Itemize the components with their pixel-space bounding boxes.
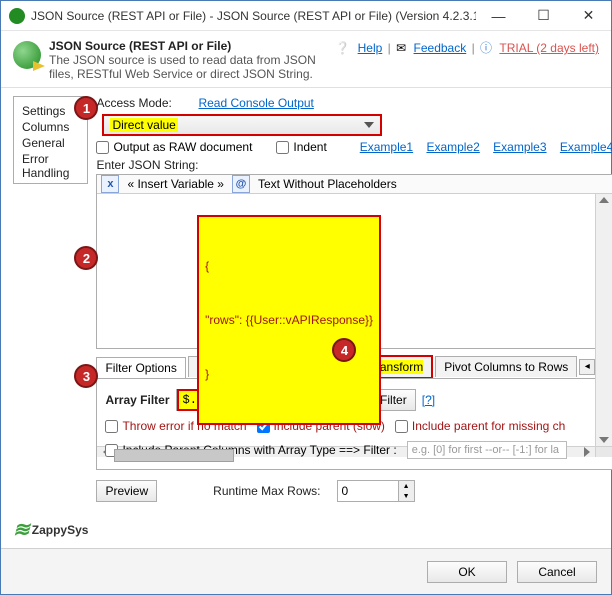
vertical-scrollbar[interactable] <box>595 194 612 446</box>
example1-link[interactable]: Example1 <box>360 140 413 154</box>
json-editor: x « Insert Variable » @ Text Without Pla… <box>96 174 612 349</box>
titlebar: JSON Source (REST API or File) - JSON So… <box>1 1 611 31</box>
header-title: JSON Source (REST API or File) <box>49 39 327 53</box>
info-icon: ⓘ <box>480 41 492 55</box>
dialog-footer: OK Cancel <box>1 548 611 594</box>
example3-link[interactable]: Example3 <box>493 140 546 154</box>
zappysys-logo: ≋ZappySys <box>13 517 88 546</box>
horizontal-scrollbar[interactable] <box>97 446 612 457</box>
example2-link[interactable]: Example2 <box>426 140 479 154</box>
text-no-placeholders-icon[interactable]: @ <box>232 175 250 193</box>
sidebar-item-settings[interactable]: Settings <box>22 103 79 119</box>
sidebar-item-error-handling[interactable]: Error Handling <box>22 151 79 181</box>
help-link[interactable]: Help <box>358 41 383 55</box>
feedback-link[interactable]: Feedback <box>414 41 467 55</box>
spin-up[interactable]: ▲ <box>398 481 414 491</box>
ok-button[interactable]: OK <box>427 561 507 583</box>
raw-output-checkbox[interactable]: Output as RAW document <box>96 140 252 154</box>
indent-checkbox[interactable]: Indent <box>276 140 326 154</box>
header-description: The JSON source is used to read data fro… <box>49 53 327 81</box>
preview-button[interactable]: Preview <box>96 480 157 502</box>
insert-variable-label[interactable]: « Insert Variable » <box>127 177 224 191</box>
source-icon <box>13 41 41 69</box>
max-rows-label: Runtime Max Rows: <box>213 484 320 498</box>
json-textarea[interactable]: { "rows": {{User::vAPIResponse}} } <box>97 194 595 446</box>
maximize-button[interactable]: ☐ <box>521 1 566 30</box>
json-string-label: Enter JSON String: <box>96 158 612 172</box>
max-rows-spinner[interactable]: ▲▼ <box>337 480 415 502</box>
header: JSON Source (REST API or File) The JSON … <box>1 31 611 88</box>
sidebar-item-columns[interactable]: Columns <box>22 119 79 135</box>
dialog-window: JSON Source (REST API or File) - JSON So… <box>0 0 612 595</box>
max-rows-input[interactable] <box>338 481 398 501</box>
access-mode-label: Access Mode: <box>96 96 192 110</box>
sidebar-item-general[interactable]: General <box>22 135 79 151</box>
tab-filter-options[interactable]: Filter Options <box>96 357 185 379</box>
mail-icon: ✉ <box>396 41 406 55</box>
close-button[interactable]: ✕ <box>566 1 611 30</box>
access-mode-value: Direct value <box>110 118 177 132</box>
read-console-link[interactable]: Read Console Output <box>198 96 313 110</box>
chevron-down-icon <box>364 122 374 128</box>
minimize-button[interactable]: ― <box>476 1 521 30</box>
cancel-button[interactable]: Cancel <box>517 561 597 583</box>
spin-down[interactable]: ▼ <box>398 491 414 501</box>
text-no-placeholders-label[interactable]: Text Without Placeholders <box>258 177 397 191</box>
window-title: JSON Source (REST API or File) - JSON So… <box>31 9 476 23</box>
app-icon <box>9 8 25 24</box>
insert-variable-icon[interactable]: x <box>101 175 119 193</box>
sidebar: Settings Columns General Error Handling <box>13 96 88 184</box>
trial-link[interactable]: TRIAL (2 days left) <box>499 41 599 55</box>
example4-link[interactable]: Example4 <box>560 140 612 154</box>
help-icon: ❔ <box>335 41 350 55</box>
access-mode-dropdown[interactable]: Direct value <box>102 114 382 136</box>
